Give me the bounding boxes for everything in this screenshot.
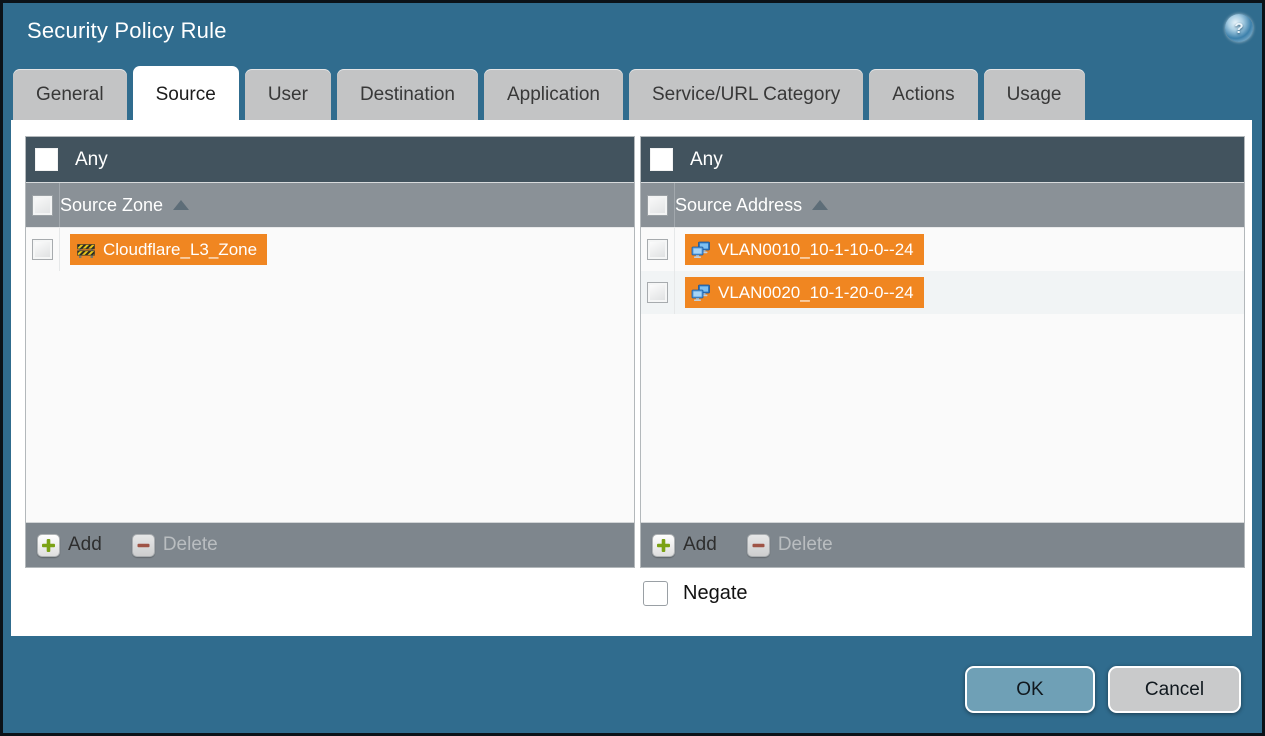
negate-checkbox[interactable] — [643, 581, 668, 606]
network-address-icon — [691, 241, 710, 258]
source-address-row-checkbox[interactable] — [647, 282, 668, 303]
source-zone-panel: Any Source Zone Cloudflare_L3_Zone Add D… — [25, 136, 635, 568]
source-address-any-header: Any — [641, 137, 1244, 183]
source-address-column-label: Source Address — [675, 194, 803, 215]
source-zone-row-checkbox[interactable] — [32, 239, 53, 260]
negate-option: Negate — [643, 581, 748, 606]
selected-address-chip[interactable]: VLAN0020_10-1-20-0--24 — [685, 277, 924, 308]
source-zone-column-label: Source Zone — [60, 194, 164, 215]
minus-icon — [131, 533, 155, 557]
sort-ascending-icon — [812, 200, 829, 210]
source-address-column-header[interactable]: Source Address — [641, 183, 1244, 228]
source-address-any-checkbox[interactable] — [650, 148, 673, 171]
source-zone-any-label: Any — [75, 148, 108, 170]
row-checkbox-cell — [26, 228, 60, 271]
tab-bar: General Source User Destination Applicat… — [13, 66, 1085, 126]
source-address-row-label: VLAN0010_10-1-10-0--24 — [718, 239, 914, 259]
ok-button[interactable]: OK — [965, 666, 1095, 713]
selected-zone-chip[interactable]: Cloudflare_L3_Zone — [70, 234, 268, 265]
help-icon[interactable]: ? — [1225, 14, 1253, 42]
sort-ascending-icon — [173, 200, 190, 210]
source-address-delete-button[interactable]: Delete — [746, 533, 833, 557]
tab-application[interactable]: Application — [484, 69, 623, 120]
source-zone-any-checkbox[interactable] — [35, 148, 58, 171]
help-icon-glyph: ? — [1234, 19, 1244, 37]
source-zone-select-all-checkbox[interactable] — [32, 194, 53, 216]
source-address-row-checkbox[interactable] — [647, 239, 668, 260]
source-zone-list: Cloudflare_L3_Zone — [26, 228, 634, 522]
source-zone-row-label: Cloudflare_L3_Zone — [103, 239, 258, 259]
source-address-row-label: VLAN0020_10-1-20-0--24 — [718, 282, 914, 302]
source-zone-delete-button[interactable]: Delete — [131, 533, 218, 557]
tab-usage[interactable]: Usage — [983, 69, 1085, 120]
source-address-select-all-cell — [641, 183, 675, 227]
zone-barrier-icon — [77, 243, 95, 258]
source-address-row[interactable]: VLAN0020_10-1-20-0--24 — [641, 271, 1244, 314]
tab-service-url-category[interactable]: Service/URL Category — [628, 69, 864, 120]
plus-icon — [652, 533, 675, 557]
negate-label: Negate — [683, 582, 748, 604]
tab-source[interactable]: Source — [132, 66, 239, 126]
source-zone-select-all-cell — [26, 183, 60, 227]
tab-user[interactable]: User — [244, 69, 331, 120]
dialog-title: Security Policy Rule — [27, 18, 227, 43]
delete-button-label: Delete — [162, 534, 218, 555]
source-address-any-label: Any — [690, 148, 723, 170]
tab-actions[interactable]: Actions — [869, 69, 978, 120]
plus-icon — [37, 533, 60, 557]
source-address-row[interactable]: VLAN0010_10-1-10-0--24 — [641, 228, 1244, 271]
add-button-label: Add — [683, 534, 717, 555]
security-policy-rule-dialog: Security Policy Rule ? General Source Us… — [0, 0, 1265, 736]
source-zone-add-button[interactable]: Add — [37, 533, 102, 557]
source-zone-column-header[interactable]: Source Zone — [26, 183, 634, 228]
add-button-label: Add — [68, 534, 102, 555]
source-address-panel: Any Source Address VLAN0010_10-1-10-0--2… — [640, 136, 1245, 568]
source-zone-any-header: Any — [26, 137, 634, 183]
source-address-select-all-checkbox[interactable] — [647, 194, 668, 216]
source-zone-row[interactable]: Cloudflare_L3_Zone — [26, 228, 634, 271]
minus-icon — [746, 533, 770, 557]
source-address-add-button[interactable]: Add — [652, 533, 717, 557]
source-zone-footer: Add Delete — [26, 522, 634, 567]
source-address-footer: Add Delete — [641, 522, 1244, 567]
tab-general[interactable]: General — [13, 69, 127, 120]
row-checkbox-cell — [641, 228, 675, 271]
source-address-list: VLAN0010_10-1-10-0--24 VLAN0020_10-1-20-… — [641, 228, 1244, 522]
network-address-icon — [691, 284, 710, 301]
cancel-button[interactable]: Cancel — [1108, 666, 1241, 713]
delete-button-label: Delete — [777, 534, 833, 555]
selected-address-chip[interactable]: VLAN0010_10-1-10-0--24 — [685, 234, 924, 265]
tab-destination[interactable]: Destination — [336, 69, 478, 120]
row-checkbox-cell — [641, 271, 675, 314]
